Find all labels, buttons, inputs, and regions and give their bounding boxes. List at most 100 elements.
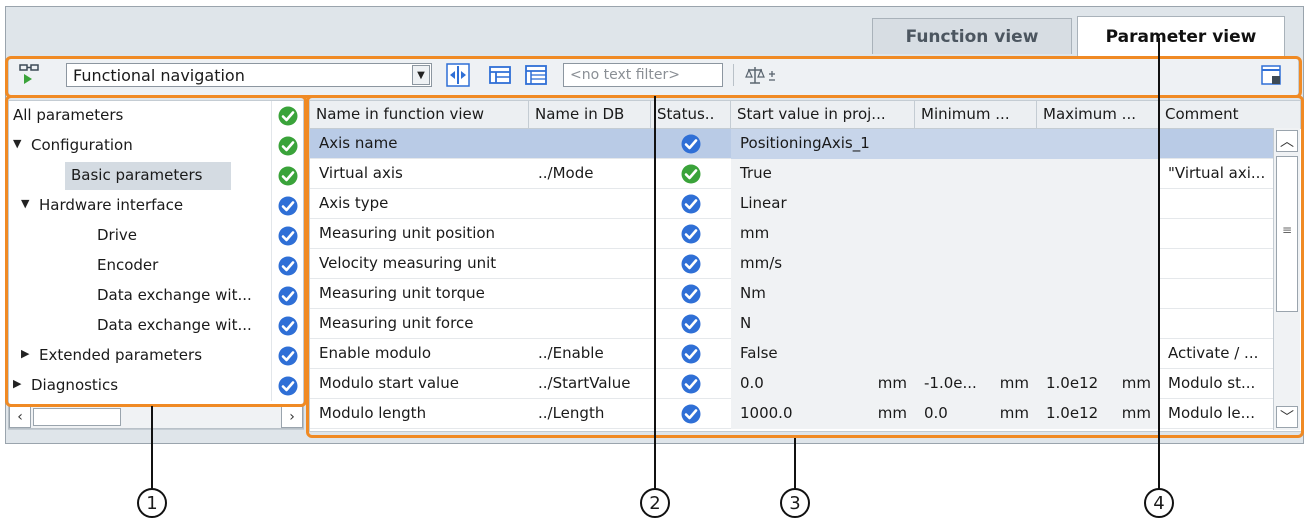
expanded-arrow-icon[interactable]: ▼ <box>21 197 29 210</box>
navigation-icon[interactable] <box>18 62 42 88</box>
chevron-down-icon[interactable]: ▼ <box>412 65 430 85</box>
cell-name-db: ../Mode <box>529 159 651 189</box>
table-row[interactable]: Axis type Linear <box>310 189 1274 219</box>
cell-comment-text: Modulo le... <box>1168 404 1255 422</box>
text-filter-input[interactable]: <no text filter> <box>563 63 723 87</box>
cell-minimum[interactable]: -1.0e... mm <box>915 369 1037 399</box>
cell-maximum[interactable] <box>1037 279 1159 309</box>
cell-minimum[interactable] <box>915 279 1037 309</box>
cell-maximum[interactable] <box>1037 159 1159 189</box>
parameter-table: Name in function view Name in DB Status.… <box>309 100 1302 432</box>
cell-start-value-text: mm/s <box>740 254 783 272</box>
tree-item[interactable]: Basic parameters <box>9 161 303 191</box>
tree-item[interactable]: Encoder <box>9 251 303 281</box>
tree-horizontal-scrollbar[interactable]: ‹ › <box>8 405 304 429</box>
cell-start-value[interactable]: 1000.0 mm <box>731 399 915 429</box>
cell-name-db <box>529 279 651 309</box>
status-valid-icon <box>681 404 701 424</box>
cell-start-value-text: True <box>740 164 772 182</box>
window-settings-icon[interactable] <box>1260 63 1284 87</box>
tree-item[interactable]: Data exchange wit... <box>9 281 303 311</box>
cell-maximum[interactable]: 1.0e12 mm <box>1037 399 1159 429</box>
tree-item[interactable]: ▶ Diagnostics <box>9 371 303 401</box>
expand-all-icon[interactable] <box>446 63 470 87</box>
column-header-name-db[interactable]: Name in DB <box>529 101 651 129</box>
tree-item[interactable]: Data exchange wit... <box>9 311 303 341</box>
compare-values-icon[interactable] <box>745 63 779 87</box>
table-row[interactable]: Axis name PositioningAxis_1 <box>310 129 1274 159</box>
cell-minimum[interactable] <box>915 159 1037 189</box>
cell-start-value[interactable]: Nm <box>731 279 915 309</box>
cell-start-value[interactable]: False <box>731 339 915 369</box>
table-vertical-scrollbar[interactable]: ︿ ≡ ﹀ <box>1273 128 1300 430</box>
tree-item-status <box>273 255 303 277</box>
cell-comment-text: "Virtual axi... <box>1168 164 1266 182</box>
scroll-left-button[interactable]: ‹ <box>9 406 31 428</box>
cell-start-value-text: mm <box>740 224 770 242</box>
collapsed-arrow-icon[interactable]: ▶ <box>13 377 21 390</box>
cell-maximum[interactable] <box>1037 309 1159 339</box>
cell-minimum[interactable] <box>915 309 1037 339</box>
column-header-minimum[interactable]: Minimum ... <box>915 101 1037 129</box>
cell-maximum[interactable]: 1.0e12 mm <box>1037 369 1159 399</box>
cell-minimum[interactable] <box>915 129 1037 159</box>
cell-maximum[interactable] <box>1037 339 1159 369</box>
cell-start-value-unit: mm <box>877 374 907 392</box>
cell-start-value[interactable]: Linear <box>731 189 915 219</box>
scroll-up-button[interactable]: ︿ <box>1276 130 1298 152</box>
tree-item[interactable]: ▶ Extended parameters <box>9 341 303 371</box>
column-header-start-value[interactable]: Start value in proj... <box>731 101 915 129</box>
cell-maximum[interactable] <box>1037 189 1159 219</box>
callout-line-4 <box>1158 38 1160 491</box>
cell-minimum[interactable] <box>915 339 1037 369</box>
scroll-right-button[interactable]: › <box>281 406 303 428</box>
table-row[interactable]: Measuring unit torque Nm <box>310 279 1274 309</box>
cell-minimum[interactable] <box>915 219 1037 249</box>
scroll-down-button[interactable]: ﹀ <box>1276 406 1298 428</box>
tree-item-label: Diagnostics <box>31 376 119 394</box>
filter-tree-icon[interactable] <box>524 63 548 87</box>
column-header-name-function[interactable]: Name in function view <box>310 101 529 129</box>
tree-item[interactable]: All parameters <box>9 101 303 131</box>
table-row[interactable]: Virtual axis ../Mode True "Virtual axi... <box>310 159 1274 189</box>
cell-maximum[interactable] <box>1037 249 1159 279</box>
column-header-status[interactable]: Status.. <box>651 101 731 129</box>
tree-item-status <box>273 375 303 397</box>
scroll-thumb[interactable] <box>33 408 121 426</box>
cell-start-value[interactable]: 0.0 mm <box>731 369 915 399</box>
collapsed-arrow-icon[interactable]: ▶ <box>21 347 29 360</box>
cell-name-function-text: Velocity measuring unit <box>319 254 497 272</box>
table-row[interactable]: Modulo length ../Length 1000.0 mm 0.0 mm 1.0e1… <box>310 399 1274 429</box>
tree-item-label: Extended parameters <box>39 346 203 364</box>
collapse-icon[interactable] <box>488 63 512 87</box>
tree-item[interactable]: ▼ Hardware interface <box>9 191 303 221</box>
cell-start-value[interactable]: N <box>731 309 915 339</box>
cell-status <box>651 129 731 159</box>
cell-minimum[interactable] <box>915 249 1037 279</box>
table-row[interactable]: Modulo start value ../StartValue 0.0 mm -1.0… <box>310 369 1274 399</box>
scroll-thumb[interactable]: ≡ <box>1276 156 1298 312</box>
cell-name-db: ../Length <box>529 399 651 429</box>
tab-parameter-view[interactable]: Parameter view <box>1077 16 1285 56</box>
table-row[interactable]: Measuring unit force N <box>310 309 1274 339</box>
column-header-comment[interactable]: Comment <box>1159 101 1301 129</box>
expanded-arrow-icon[interactable]: ▼ <box>13 137 21 150</box>
cell-maximum[interactable] <box>1037 129 1159 159</box>
cell-start-value[interactable]: True <box>731 159 915 189</box>
column-header-maximum[interactable]: Maximum ... <box>1037 101 1159 129</box>
cell-minimum[interactable] <box>915 189 1037 219</box>
cell-start-value[interactable]: mm <box>731 219 915 249</box>
cell-minimum[interactable]: 0.0 mm <box>915 399 1037 429</box>
navigation-select[interactable]: Functional navigation ▼ <box>66 63 432 87</box>
tab-function-view[interactable]: Function view <box>872 18 1072 54</box>
cell-start-value[interactable]: mm/s <box>731 249 915 279</box>
cell-maximum[interactable] <box>1037 219 1159 249</box>
table-row[interactable]: Velocity measuring unit mm/s <box>310 249 1274 279</box>
cell-maximum-unit: mm <box>1121 404 1151 422</box>
cell-start-value[interactable]: PositioningAxis_1 <box>731 129 915 159</box>
tree-item[interactable]: Drive <box>9 221 303 251</box>
tree-item-status <box>273 345 303 367</box>
table-row[interactable]: Measuring unit position mm <box>310 219 1274 249</box>
tree-item[interactable]: ▼ Configuration <box>9 131 303 161</box>
table-row[interactable]: Enable modulo ../Enable False Activate / ..… <box>310 339 1274 369</box>
